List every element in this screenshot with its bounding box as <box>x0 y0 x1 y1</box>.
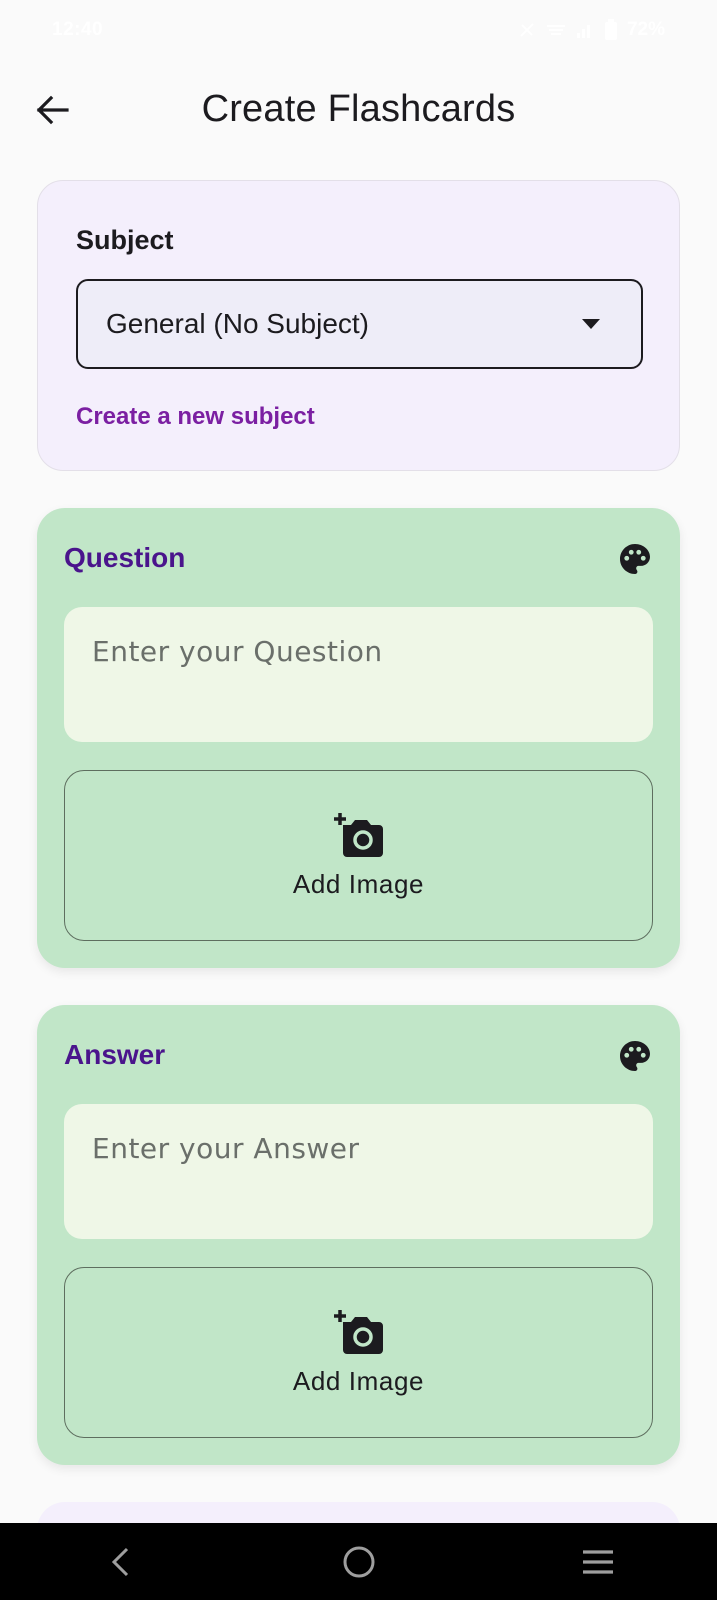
answer-card: Answer Add Image <box>37 1005 680 1465</box>
nav-recents-icon <box>582 1549 613 1574</box>
system-nav-bar <box>0 1523 717 1600</box>
answer-title: Answer <box>64 1039 166 1070</box>
status-bar: 12:40 72% <box>0 0 717 60</box>
add-photo-icon <box>333 813 383 857</box>
subject-label: Subject <box>76 225 174 255</box>
subject-card: Subject General (No Subject) Create a ne… <box>37 180 680 471</box>
add-photo-icon <box>333 1310 383 1354</box>
dropdown-arrow-icon <box>582 319 600 329</box>
nav-home-icon <box>343 1546 374 1577</box>
nav-recents-button[interactable] <box>538 1532 658 1592</box>
create-subject-link[interactable]: Create a new subject <box>76 403 315 431</box>
subject-dropdown-value: General (No Subject) <box>106 308 370 339</box>
app-bar: Create Flashcards <box>0 70 717 145</box>
notification-icon <box>520 23 534 37</box>
question-add-image-button[interactable]: Add Image <box>64 770 653 941</box>
answer-color-button[interactable] <box>612 1033 658 1079</box>
signal-icon <box>576 25 590 38</box>
palette-icon <box>620 1041 650 1071</box>
question-add-image-label: Add Image <box>292 869 425 899</box>
create-flashcards-screen: 12:40 72% Create Flashcards Subject Gene… <box>0 0 717 1600</box>
battery-level: 72% <box>626 19 665 40</box>
status-time: 12:40 <box>52 19 104 40</box>
nav-back-icon <box>111 1547 128 1576</box>
answer-add-image-button[interactable]: Add Image <box>64 1267 653 1438</box>
page-title: Create Flashcards <box>201 88 516 130</box>
question-card: Question Add Image <box>37 508 680 968</box>
question-input[interactable] <box>64 607 653 742</box>
question-color-button[interactable] <box>612 536 658 582</box>
answer-input[interactable] <box>64 1104 653 1239</box>
palette-icon <box>620 544 650 574</box>
answer-add-image-label: Add Image <box>292 1366 425 1396</box>
nav-home-button[interactable] <box>299 1532 419 1592</box>
status-icons: 72% <box>517 19 665 41</box>
battery-icon <box>604 19 617 40</box>
wifi-icon <box>546 25 565 35</box>
subject-dropdown[interactable]: General (No Subject) <box>76 279 643 369</box>
question-title: Question <box>64 542 186 573</box>
nav-back-button[interactable] <box>60 1532 180 1592</box>
